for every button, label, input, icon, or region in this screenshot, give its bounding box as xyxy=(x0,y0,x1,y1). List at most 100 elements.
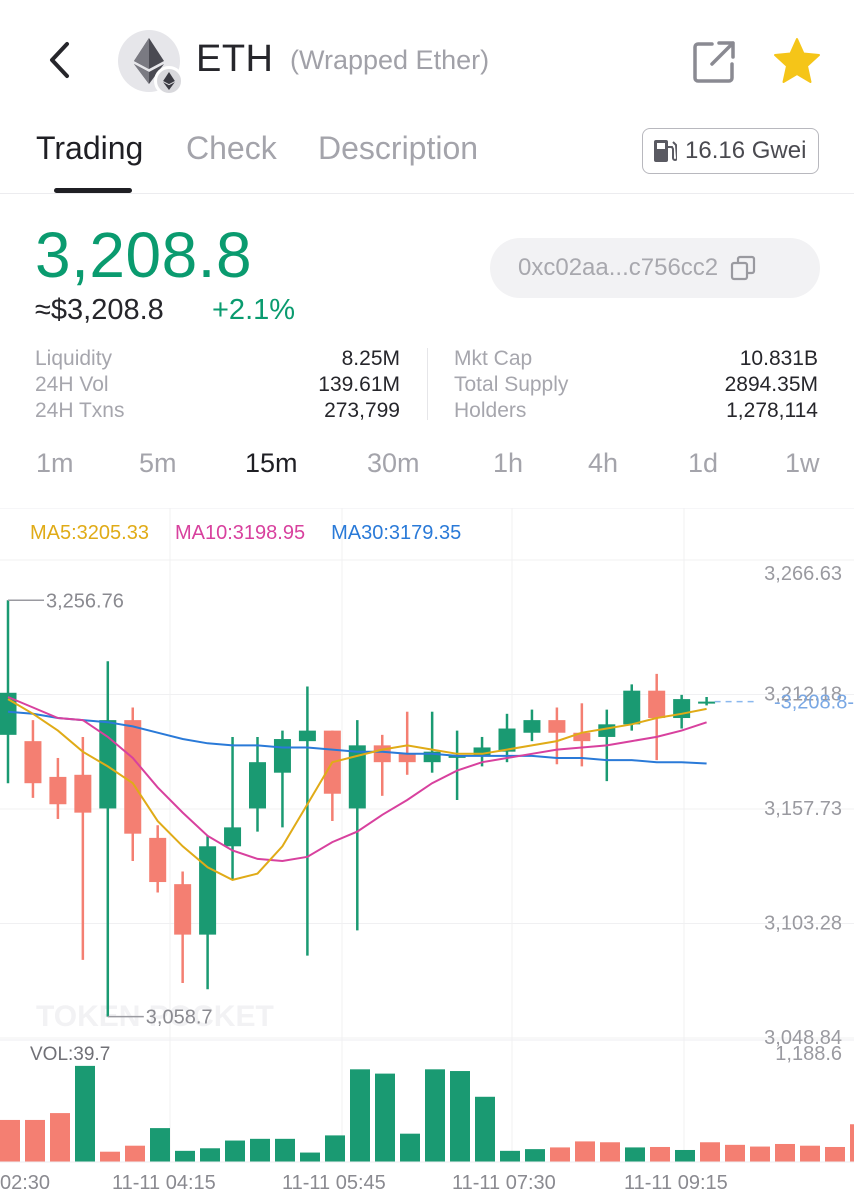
timeframe-1d[interactable]: 1d xyxy=(688,448,718,479)
share-button[interactable] xyxy=(690,38,738,86)
stat-value: 8.25M xyxy=(341,347,400,370)
volume-bar xyxy=(825,1146,845,1162)
volume-bar xyxy=(600,1142,620,1162)
stat-value: 2894.35M xyxy=(724,373,818,396)
external-link-icon xyxy=(693,41,735,83)
stat-mkt-cap: Mkt Cap 10.831B xyxy=(454,346,818,372)
candle-body xyxy=(174,884,192,935)
volume-bar xyxy=(750,1146,770,1162)
stat-value: 273,799 xyxy=(324,399,400,422)
top-bar: ETH (Wrapped Ether) xyxy=(0,0,854,120)
stats-right: Mkt Cap 10.831B Total Supply 2894.35M Hold… xyxy=(454,346,818,424)
volume-bar xyxy=(250,1138,270,1162)
timeframe-1m[interactable]: 1m xyxy=(36,448,74,479)
timeframe-1h[interactable]: 1h xyxy=(493,448,523,479)
x-tick-label: 11-11 07:30 xyxy=(452,1172,556,1194)
volume-bar xyxy=(450,1071,470,1162)
volume-bar xyxy=(375,1073,395,1162)
candle-body xyxy=(298,730,316,742)
ethereum-chain-icon xyxy=(163,72,175,90)
volume-bar xyxy=(400,1133,420,1162)
tab-bar: Trading Check Description 16.16 Gwei xyxy=(0,120,854,194)
active-tab-indicator xyxy=(54,188,132,193)
price-change: +2.1% xyxy=(212,294,296,326)
gas-price-value: 16.16 Gwei xyxy=(685,137,807,164)
volume-bar xyxy=(800,1145,820,1162)
x-tick-label: 02:30 xyxy=(0,1172,50,1194)
timeframe-1w[interactable]: 1w xyxy=(785,448,820,479)
stat-value: 1,278,114 xyxy=(726,399,818,422)
stat-value: 139.61M xyxy=(318,373,400,396)
candle-body xyxy=(49,776,67,805)
volume-bar xyxy=(350,1069,370,1162)
candle-body xyxy=(523,720,541,733)
candle-body xyxy=(249,762,266,809)
chain-badge xyxy=(154,66,184,96)
timeframe-5m[interactable]: 5m xyxy=(139,448,177,479)
timeframe-30m[interactable]: 30m xyxy=(367,448,420,479)
x-tick-label: 11-11 04:15 xyxy=(112,1172,216,1194)
timeframe-4h[interactable]: 4h xyxy=(588,448,618,479)
contract-address-button[interactable]: 0xc02aa...c756cc2 xyxy=(490,238,820,298)
volume-bar xyxy=(425,1069,445,1162)
candle-body xyxy=(24,741,42,784)
timeframe-15m[interactable]: 15m xyxy=(245,448,298,479)
volume-bar xyxy=(200,1148,220,1162)
stat-label: 24H Vol xyxy=(35,373,109,396)
stat-liquidity: Liquidity 8.25M xyxy=(35,346,400,372)
x-tick-label: 11-11 05:45 xyxy=(282,1172,386,1194)
current-price: 3,208.8 xyxy=(35,219,253,291)
volume-bar xyxy=(125,1145,145,1162)
candle-body xyxy=(273,739,291,773)
candle-body xyxy=(548,720,566,733)
candle-body xyxy=(199,846,217,935)
stat-value: 10.831B xyxy=(739,347,818,370)
volume-bar xyxy=(500,1150,520,1162)
volume-bar xyxy=(325,1135,345,1162)
gas-price-badge[interactable]: 16.16 Gwei xyxy=(642,128,819,174)
y-tick-label: 3,266.63 xyxy=(764,563,842,585)
volume-bar xyxy=(675,1149,695,1162)
contract-address: 0xc02aa...c756cc2 xyxy=(518,254,719,281)
volume-bar xyxy=(475,1096,495,1162)
ma10-label: MA10:3198.95 xyxy=(174,522,306,544)
volume-bar xyxy=(775,1143,795,1162)
back-button[interactable] xyxy=(36,36,84,84)
candlestick-chart[interactable]: 3,266.633,212.183,157.733,103.283,048.84… xyxy=(0,508,854,1200)
tab-description[interactable]: Description xyxy=(318,130,478,167)
tab-trading[interactable]: Trading xyxy=(36,130,143,167)
candle-body xyxy=(648,690,666,719)
volume-bar xyxy=(525,1149,545,1162)
volume-bar xyxy=(75,1065,95,1162)
volume-bar xyxy=(225,1140,245,1162)
stat-label: Liquidity xyxy=(35,347,113,370)
token-name: (Wrapped Ether) xyxy=(290,45,490,75)
x-tick-label: 11-11 09:15 xyxy=(624,1172,728,1194)
candle-body xyxy=(224,827,242,847)
ma-legend: MA5:3205.33 MA10:3198.95 MA30:3179.35 xyxy=(30,522,461,545)
y-tick-label: 3,103.28 xyxy=(764,913,842,935)
stat-24h-txns: 24H Txns 273,799 xyxy=(35,398,400,424)
y-tick-label: 3,157.73 xyxy=(764,798,842,820)
volume-bar xyxy=(150,1128,170,1162)
token-symbol: ETH xyxy=(196,38,274,80)
volume-bar xyxy=(275,1138,295,1162)
volume-bar xyxy=(650,1146,670,1162)
stat-label: Holders xyxy=(454,399,527,422)
volume-bar xyxy=(550,1147,570,1162)
candle-body xyxy=(398,753,416,763)
favorite-button[interactable] xyxy=(772,36,822,86)
volume-bar xyxy=(175,1150,195,1162)
volume-bar xyxy=(625,1147,645,1162)
candle-body xyxy=(74,774,92,813)
tab-check[interactable]: Check xyxy=(186,130,277,167)
price-chart[interactable]: 3,266.63 3,212.18 3,157.73 3,103.28 3,048.84… xyxy=(0,508,854,1200)
stats-left: Liquidity 8.25M 24H Vol 139.61M 24H Txns 27… xyxy=(35,346,400,424)
candle-body xyxy=(124,720,142,834)
current-price-label: -3,208.8- xyxy=(774,692,854,714)
candle-body xyxy=(698,701,716,704)
star-icon xyxy=(774,38,820,83)
candle-body xyxy=(623,690,641,725)
volume-bar xyxy=(700,1142,720,1162)
copy-icon xyxy=(731,255,756,281)
